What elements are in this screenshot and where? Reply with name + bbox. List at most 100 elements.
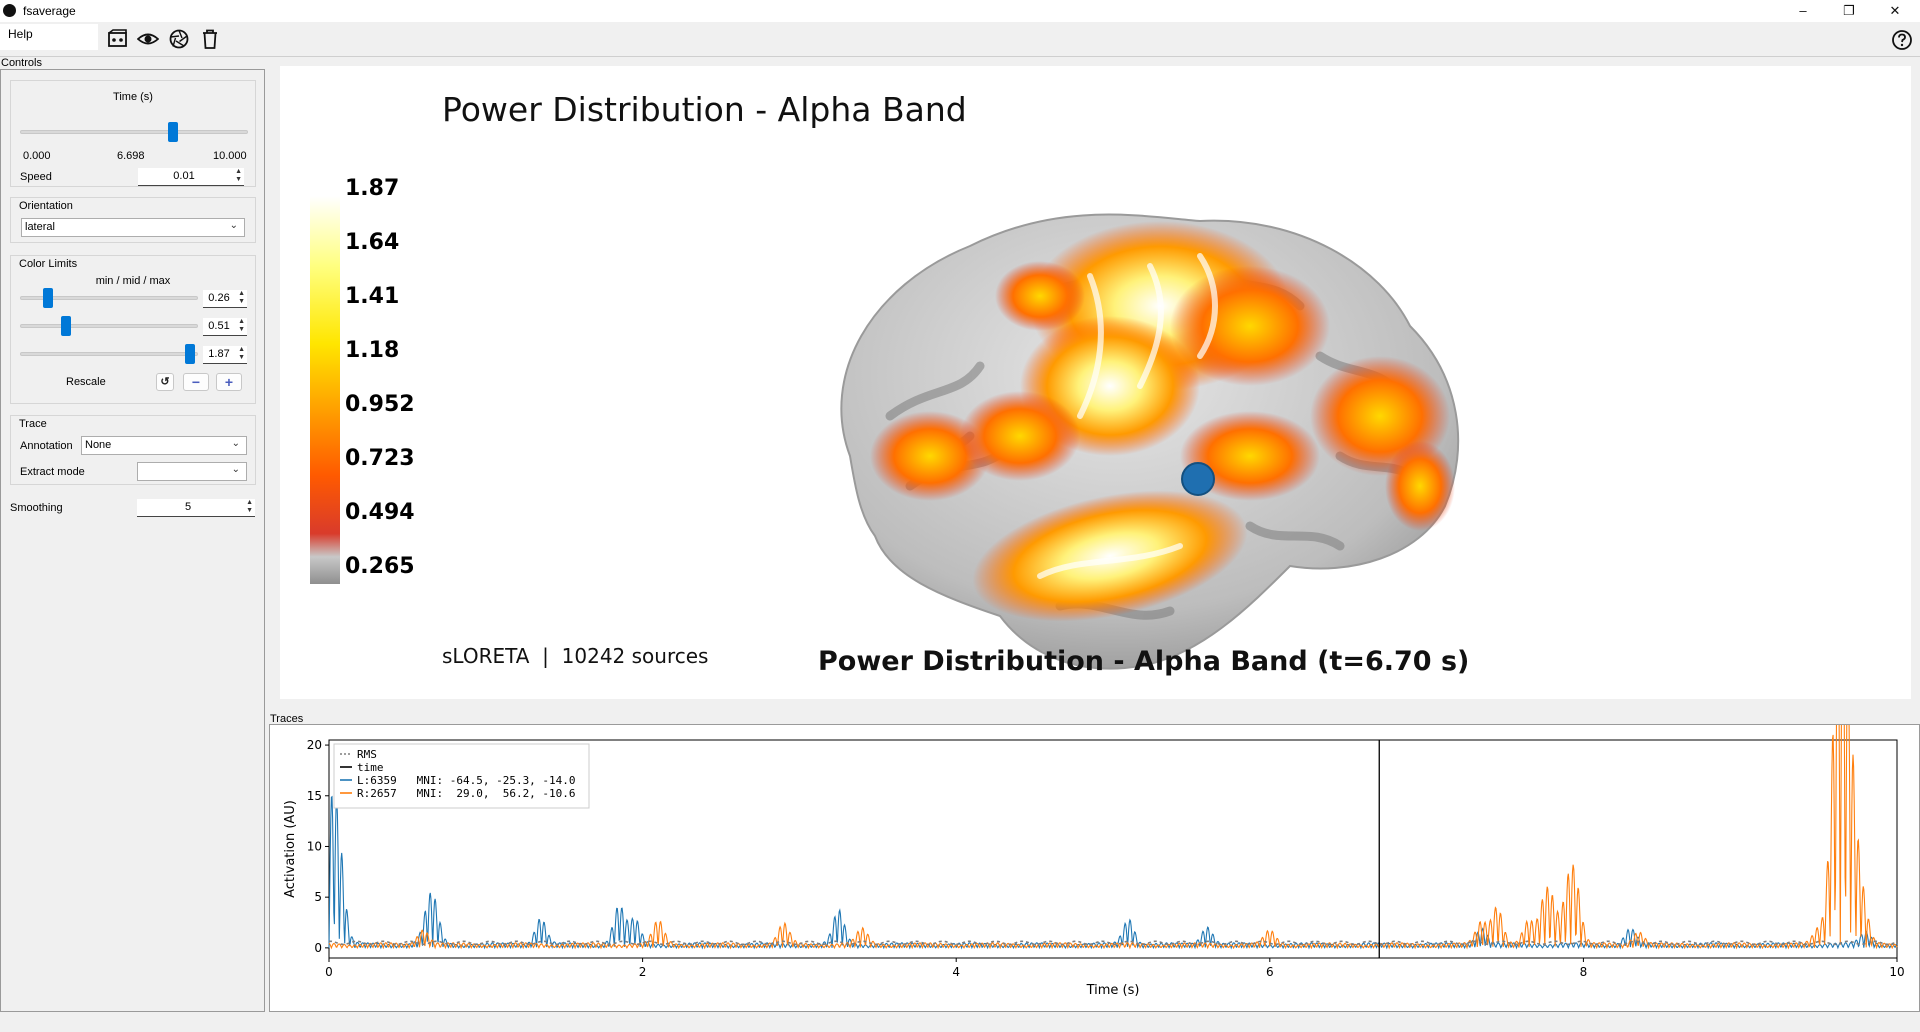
mid-value: 0.51 [208,320,230,332]
max-slider-thumb[interactable] [185,344,195,364]
min-spinbox[interactable]: 0.26 ▲ ▼ [203,290,247,308]
menu-toolbar [0,22,1920,55]
annotation-select[interactable]: None ⌄ [81,436,247,455]
y-tick-label: 5 [314,890,322,904]
traces-panel: 0 5 10 15 20 0 2 4 6 8 10 Activation (AU) Time (s… [269,724,1920,1012]
spin-arrows-icon[interactable]: ▲ ▼ [238,346,245,362]
toolbar-separator [0,56,1920,57]
menu-help-label: Help [8,27,33,41]
x-tick-label: 4 [952,965,960,979]
restore-button[interactable]: ❐ [1826,0,1872,22]
mid-spinbox[interactable]: 0.51 ▲ ▼ [203,318,247,336]
spin-arrows-icon[interactable]: ▲ ▼ [238,290,245,306]
colorbar-label: 1.18 [345,338,400,363]
color-limits-group: Color Limits min / mid / max 0.26 ▲ ▼ 0.51… [10,255,256,404]
max-value: 1.87 [208,348,230,360]
extract-mode-label: Extract mode [20,466,85,478]
mid-slider-thumb[interactable] [61,316,71,336]
smoothing-value: 5 [184,501,192,513]
rescale-label: Rescale [66,376,106,388]
colorbar-label: 0.952 [345,392,415,417]
spin-arrows-icon[interactable]: ▲ ▼ [246,499,253,515]
time-current-label: 6.698 [117,150,145,162]
speed-spinbox[interactable]: 0.01 ▲ ▼ [138,168,244,186]
max-slider-track[interactable] [20,352,198,356]
chevron-down-icon: ⌄ [229,220,238,231]
trace-group: Trace Annotation None ⌄ Extract mode ⌄ [10,415,256,485]
brain-surface[interactable] [780,156,1500,696]
time-max-label: 10.000 [213,150,247,162]
colorbar-label: 1.87 [345,176,400,201]
extract-mode-select[interactable]: ⌄ [137,462,247,481]
y-tick-label: 15 [307,789,322,803]
legend: RMStimeL:6359 MNI: -64.5, -25.3, -14.0R:… [333,743,590,809]
color-limits-label: Color Limits [19,258,78,270]
y-axis-label: Activation (AU) [283,800,298,898]
x-tick-label: 2 [639,965,647,979]
legend-entry: R:2657 MNI: 29.0, 56.2, -10.6 [357,787,576,800]
spin-arrows-icon[interactable]: ▲ ▼ [235,168,242,184]
orientation-label: Orientation [19,200,73,212]
annotation-label: Annotation [20,440,73,452]
view-footer-left: sLORETA | 10242 sources [442,644,709,668]
chevron-down-icon: ⌄ [231,438,240,449]
orientation-group: Orientation lateral ⌄ [10,197,256,243]
mid-slider-track[interactable] [20,324,198,328]
brain-3d-view[interactable]: Power Distribution - Alpha Band 1.87 1.6… [280,66,1911,699]
close-button[interactable]: ✕ [1872,0,1918,22]
minimize-button[interactable]: – [1780,0,1826,22]
app-logo-icon [3,4,16,17]
annotation-value: None [85,439,112,451]
controls-panel: Time (s) 0.000 6.698 10.000 Speed 0.01 ▲… [0,69,265,1012]
x-tick-label: 0 [325,965,333,979]
menu-help[interactable]: Help [0,24,98,50]
y-tick-label: 10 [307,839,322,853]
view-title: Power Distribution - Alpha Band [442,90,967,129]
colorbar-label: 1.41 [345,284,400,309]
chevron-down-icon: ⌄ [231,464,240,475]
colorbar [310,196,340,584]
plus-button[interactable]: + [216,373,242,391]
help-circle-icon[interactable] [1891,29,1913,51]
time-min-label: 0.000 [23,150,51,162]
speed-value: 0.01 [173,170,195,182]
trash-icon[interactable] [199,29,221,49]
camera-shutter-icon[interactable] [168,29,190,49]
y-tick-label: 0 [314,941,322,955]
controls-dock-title: Controls [1,57,42,69]
colorbar-label: 0.494 [345,500,415,525]
reset-button[interactable]: ↺ [156,373,174,391]
legend-entry: L:6359 MNI: -64.5, -25.3, -14.0 [357,774,576,787]
eye-icon[interactable] [137,29,159,49]
orientation-select[interactable]: lateral ⌄ [21,218,245,237]
speed-label: Speed [20,171,52,183]
smoothing-label: Smoothing [10,502,63,514]
title-bar [0,0,1920,22]
max-spinbox[interactable]: 1.87 ▲ ▼ [203,346,247,364]
x-tick-label: 8 [1580,965,1588,979]
y-tick-label: 20 [307,738,322,752]
movie-icon[interactable] [107,29,129,49]
colorbar-label: 1.64 [345,230,400,255]
legend-entry: time [357,761,384,774]
x-tick-label: 10 [1889,965,1904,979]
source-marker[interactable] [1181,462,1215,496]
trace-plot[interactable]: 0 5 10 15 20 0 2 4 6 8 10 Activation (AU) Time (s… [270,725,1919,1011]
spin-arrows-icon[interactable]: ▲ ▼ [238,318,245,334]
orientation-value: lateral [25,221,55,233]
x-tick-label: 6 [1266,965,1274,979]
min-value: 0.26 [208,292,230,304]
time-group: Time (s) 0.000 6.698 10.000 Speed 0.01 ▲… [10,80,256,187]
trace-series-line [328,795,1898,950]
legend-entry: RMS [357,748,377,761]
window-title: fsaverage [23,4,76,18]
view-footer-center: Power Distribution - Alpha Band (t=6.70 … [818,646,1470,677]
status-strip [0,1012,1920,1032]
colorbar-label: 0.265 [345,554,415,579]
smoothing-spinbox[interactable]: 5 ▲ ▼ [137,499,255,517]
minus-button[interactable]: − [183,373,209,391]
x-axis-label: Time (s) [1086,983,1140,998]
time-slider-track[interactable] [20,130,248,134]
time-slider-thumb[interactable] [167,122,178,142]
min-slider-thumb[interactable] [43,288,53,308]
